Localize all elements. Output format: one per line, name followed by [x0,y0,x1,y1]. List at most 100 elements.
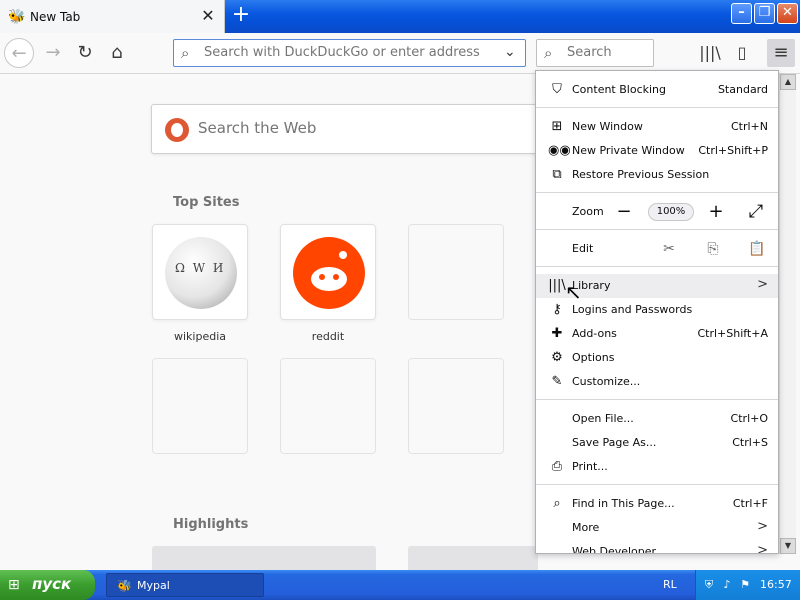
menu-item-restore-session[interactable]: ⧉ Restore Previous Session [536,163,778,187]
chevron-right-icon: > [757,519,768,534]
top-site-empty-slot[interactable] [280,358,376,454]
close-window-button[interactable]: ✕ [777,3,798,24]
menu-item-open-file[interactable]: Open File... Ctrl+O [536,407,778,431]
reddit-logo-icon [293,237,365,309]
page-scrollbar[interactable]: ▲ ▼ [779,74,796,554]
navigation-toolbar: ← → ↻ ⌂ ⌕ ⌄ ⌕ |||\ ▯ ≡ [0,33,800,74]
language-indicator[interactable]: RL [663,578,677,591]
new-window-icon: ⊞ [551,119,563,134]
title-bar: 🐝 New Tab ✕ + – ❐ ✕ [0,0,800,33]
new-tab-button[interactable]: + [229,4,253,28]
menu-item-addons[interactable]: ✚ Add-ons Ctrl+Shift+A [536,322,778,346]
forward-button[interactable]: → [38,38,68,68]
system-tray: ⛨ ♪ ⚑ 16:57 [695,570,800,600]
tab-title: New Tab [30,10,81,24]
gear-icon: ⚙ [551,350,563,365]
search-bar[interactable]: ⌕ [536,39,654,67]
menu-separator [536,107,778,108]
key-icon: ⚷ [552,302,562,317]
top-site-empty-slot[interactable] [408,224,504,320]
search-icon: ⌕ [553,496,561,511]
menu-item-zoom: Zoom − 100% + ⤢ [536,200,778,224]
menu-item-print[interactable]: ⎙ Print... [536,455,778,479]
scroll-up-arrow-icon[interactable]: ▲ [780,74,796,90]
menu-item-logins[interactable]: ⚷ Logins and Passwords [536,298,778,322]
speaker-icon[interactable]: ♪ [720,578,734,592]
menu-item-customize[interactable]: ✎ Customize... [536,370,778,394]
highlight-card[interactable] [408,546,538,570]
top-site-empty-slot[interactable] [408,358,504,454]
menu-item-edit: Edit ✂ ⎘ 📋 [536,237,778,261]
zoom-out-button[interactable]: − [612,202,636,222]
taskbar: ⊞ пуск 🐝 Mypal RL ⛨ ♪ ⚑ 16:57 [0,570,800,600]
menu-item-new-window[interactable]: ⊞ New Window Ctrl+N [536,115,778,139]
tab-close-icon[interactable]: ✕ [198,6,218,26]
duckduckgo-logo-icon [165,118,189,142]
menu-item-save-page[interactable]: Save Page As... Ctrl+S [536,431,778,455]
menu-item-find[interactable]: ⌕ Find in This Page... Ctrl+F [536,492,778,516]
top-site-tile-wikipedia[interactable] [152,224,248,320]
fullscreen-button[interactable]: ⤢ [744,202,768,222]
sidebar-icon[interactable]: ▯ [730,41,754,65]
library-icon[interactable]: |||\ [698,41,722,65]
menu-separator [536,266,778,267]
zoom-level-display[interactable]: 100% [648,203,694,221]
menu-separator [536,484,778,485]
menu-item-more[interactable]: More > [536,516,778,540]
menu-item-library[interactable]: |||\ Library > [536,274,778,298]
hamburger-menu-button[interactable]: ≡ [767,39,795,67]
paintbrush-icon: ✎ [551,374,563,389]
web-search-input[interactable] [198,119,528,137]
web-search-box[interactable] [151,104,551,154]
search-icon: ⌕ [544,44,553,62]
menu-separator [536,192,778,193]
mypal-app-icon: 🐝 [117,579,132,593]
shield-icon: ⛉ [552,82,562,97]
app-menu-panel: ⛉ Content Blocking Standard ⊞ New Window… [535,70,779,554]
search-input[interactable] [567,45,647,60]
start-button[interactable]: ⊞ пуск [0,570,95,600]
reload-button[interactable]: ↻ [70,38,100,68]
restore-session-icon: ⧉ [552,167,562,182]
chevron-down-icon[interactable]: ⌄ [504,44,516,60]
wikipedia-logo-icon [165,237,237,309]
menu-item-content-blocking[interactable]: ⛉ Content Blocking Standard [536,78,778,102]
security-shield-icon[interactable]: ⛨ [702,578,716,592]
copy-icon[interactable]: ⎘ [702,239,724,259]
scroll-down-arrow-icon[interactable]: ▼ [780,538,796,554]
chevron-right-icon: > [757,543,768,554]
tab-new-tab[interactable]: 🐝 New Tab ✕ [0,0,225,33]
top-site-label: wikipedia [173,330,226,343]
chevron-right-icon: > [757,277,768,292]
minimize-button[interactable]: – [731,3,752,24]
highlights-heading: Highlights [173,517,249,532]
menu-item-new-private-window[interactable]: ◉◉ New Private Window Ctrl+Shift+P [536,139,778,163]
taskbar-item-mypal[interactable]: 🐝 Mypal [106,573,264,597]
private-mask-icon: ◉◉ [548,143,571,158]
top-site-empty-slot[interactable] [152,358,248,454]
paste-icon[interactable]: 📋 [746,239,768,259]
puzzle-piece-icon: ✚ [551,326,563,341]
search-icon: ⌕ [181,44,190,62]
cut-icon[interactable]: ✂ [658,239,680,259]
top-site-tile-reddit[interactable] [280,224,376,320]
menu-item-web-developer[interactable]: Web Developer > [536,540,778,554]
zoom-in-button[interactable]: + [704,202,728,222]
top-sites-heading: Top Sites [173,195,240,210]
windows-flag-icon: ⊞ [8,577,20,593]
highlight-card[interactable] [152,546,376,570]
library-icon: |||\ [548,278,566,293]
top-site-label: reddit [311,330,345,343]
printer-icon: ⎙ [551,459,563,474]
menu-separator [536,229,778,230]
network-icon[interactable]: ⚑ [738,578,752,592]
url-bar[interactable]: ⌕ ⌄ [173,39,526,67]
clock: 16:57 [760,578,792,591]
restore-button[interactable]: ❐ [754,3,775,24]
mypal-favicon-icon: 🐝 [8,9,26,25]
menu-item-options[interactable]: ⚙ Options [536,346,778,370]
menu-separator [536,399,778,400]
back-button[interactable]: ← [4,38,34,68]
url-input[interactable] [204,45,494,60]
home-button[interactable]: ⌂ [102,38,132,68]
